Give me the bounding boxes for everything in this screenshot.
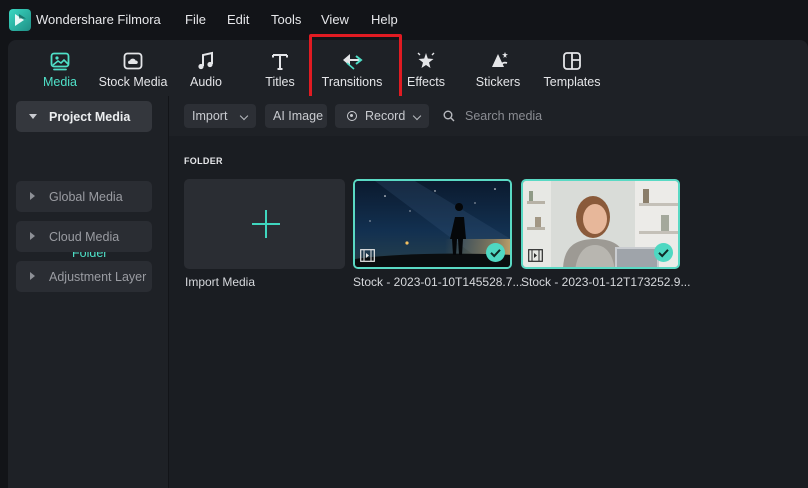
tab-effects-label: Effects — [407, 75, 445, 89]
tab-effects[interactable]: Effects — [404, 40, 448, 96]
tab-titles[interactable]: Titles — [258, 40, 302, 96]
tab-stock-media-label: Stock Media — [98, 75, 168, 89]
sidebar-item-label: Adjustment Layer — [49, 270, 147, 284]
caret-right-icon — [30, 272, 35, 280]
tab-stock-media[interactable]: Stock Media — [98, 40, 168, 96]
tab-media-label: Media — [42, 75, 78, 89]
check-circle-icon — [654, 243, 673, 262]
menu-edit[interactable]: Edit — [227, 12, 249, 27]
stock-media-icon — [123, 52, 143, 70]
tab-audio-label: Audio — [190, 75, 222, 89]
import-media-caption: Import Media — [185, 275, 256, 289]
effects-sparkle-icon — [417, 52, 435, 68]
media-clip-thumbnail[interactable] — [521, 179, 680, 269]
tab-media[interactable]: Media — [38, 40, 82, 96]
sidebar-item-label: Cloud Media — [49, 230, 120, 244]
tab-audio[interactable]: Audio — [184, 40, 228, 96]
record-label: Record — [365, 109, 406, 123]
section-label: FOLDER — [184, 156, 223, 166]
chevron-down-icon — [412, 111, 422, 121]
media-icon — [50, 52, 70, 71]
media-clip-name: Stock - 2023-01-10T145528.7... — [353, 275, 523, 289]
main-toolbar: Media Stock Media Audio Titles Transitio… — [8, 40, 808, 96]
menu-view[interactable]: View — [321, 12, 349, 27]
import-dropdown-button[interactable]: Import — [184, 104, 256, 128]
caret-down-icon — [29, 114, 37, 119]
tab-titles-label: Titles — [265, 75, 295, 89]
tab-stickers-label: Stickers — [475, 75, 521, 89]
import-media-card[interactable] — [184, 179, 345, 269]
search-input[interactable] — [465, 106, 665, 126]
video-film-icon — [528, 249, 543, 262]
caret-right-icon — [30, 192, 35, 200]
stickers-icon — [492, 52, 508, 68]
record-dropdown-button[interactable]: Record — [335, 104, 429, 128]
filmora-logo-icon — [9, 9, 31, 31]
sidebar-item-global-media[interactable]: Global Media — [16, 181, 152, 212]
music-note-icon — [198, 51, 213, 70]
media-clip-name: Stock - 2023-01-12T173252.9... — [521, 275, 691, 289]
record-icon — [347, 111, 357, 121]
sidebar-item-label: Project Media — [49, 110, 131, 124]
media-panel: Import AI Image Record FOLDER Import Med… — [169, 96, 808, 488]
chevron-down-icon — [239, 111, 249, 121]
media-filter-bar: Import AI Image Record — [169, 96, 808, 136]
sidebar-item-project-media[interactable]: Project Media — [16, 101, 152, 132]
templates-icon — [563, 52, 581, 70]
caret-right-icon — [30, 232, 35, 240]
sidebar-item-adjustment-layer[interactable]: Adjustment Layer — [16, 261, 152, 292]
transitions-highlight-box — [309, 34, 402, 99]
tab-stickers[interactable]: Stickers — [474, 40, 522, 96]
menu-file[interactable]: File — [185, 12, 206, 27]
ai-image-button[interactable]: AI Image — [265, 104, 327, 128]
check-circle-icon — [486, 243, 505, 262]
import-label: Import — [192, 109, 228, 123]
search-icon — [443, 110, 455, 122]
text-t-icon — [272, 54, 288, 70]
video-film-icon — [360, 249, 375, 262]
ai-image-label: AI Image — [273, 109, 324, 123]
tab-templates[interactable]: Templates — [541, 40, 603, 96]
sidebar-item-label: Global Media — [49, 190, 123, 204]
sidebar-item-cloud-media[interactable]: Cloud Media — [16, 221, 152, 252]
sidebar: Project Media Folder Global Media Cloud … — [8, 96, 168, 488]
tab-templates-label: Templates — [543, 75, 601, 89]
title-bar: Wondershare Filmora File Edit Tools View… — [0, 0, 808, 40]
menu-help[interactable]: Help — [371, 12, 398, 27]
app-title: Wondershare Filmora — [36, 12, 161, 27]
menu-tools[interactable]: Tools — [271, 12, 301, 27]
media-clip-thumbnail[interactable] — [353, 179, 512, 269]
